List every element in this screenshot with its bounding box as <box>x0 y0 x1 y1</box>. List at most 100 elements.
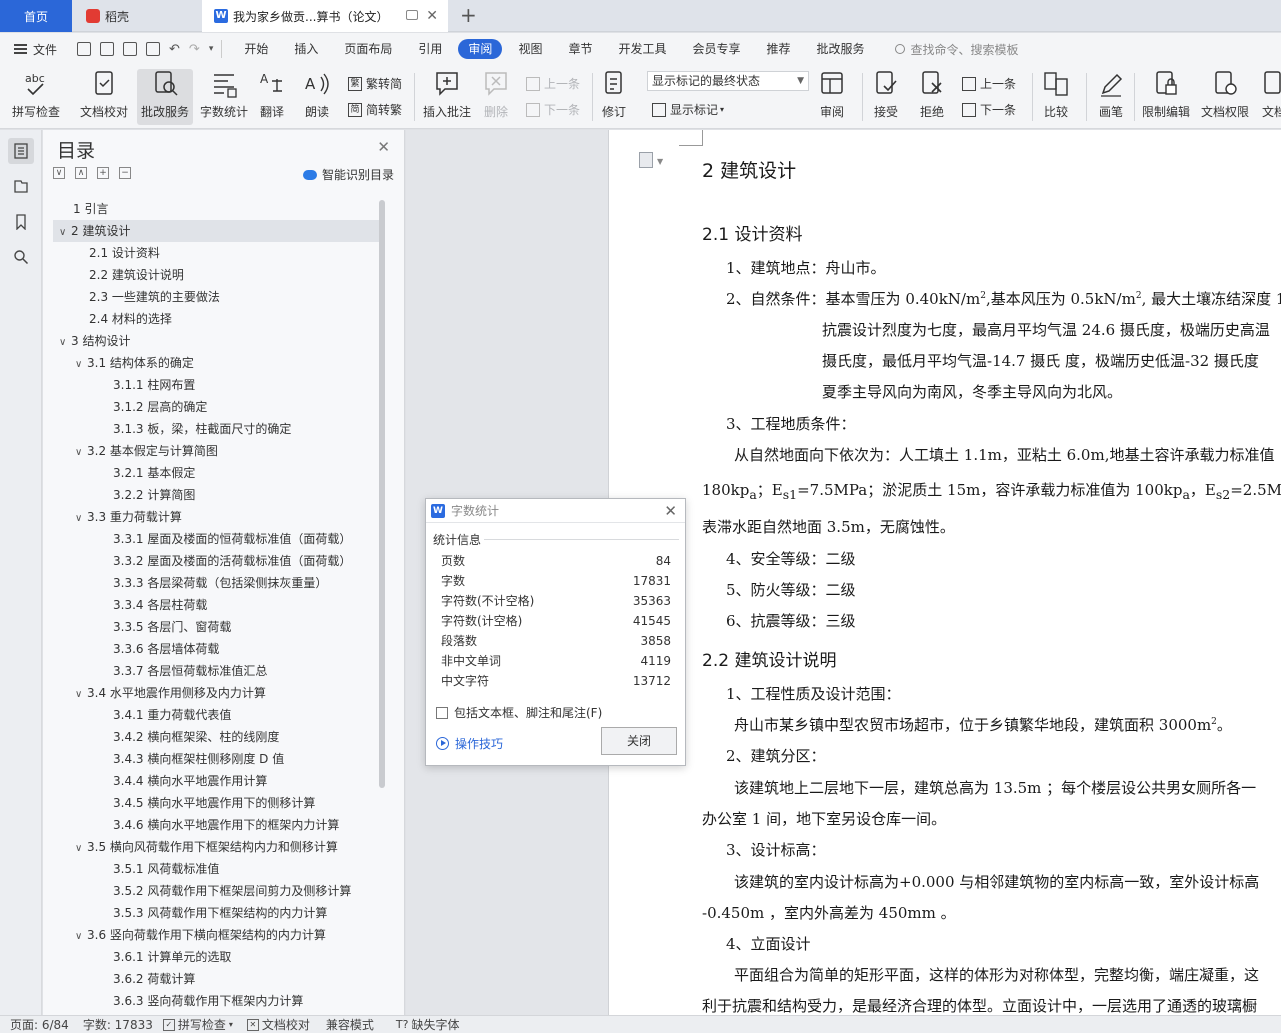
pen-button[interactable]: 画笔 <box>1097 69 1125 120</box>
chevron-down-icon[interactable]: ∨ <box>75 684 87 706</box>
ribbon-tab[interactable]: 引用 <box>408 39 452 59</box>
customize-dropdown-icon[interactable]: ▾ <box>209 44 214 54</box>
toc-scrollbar[interactable] <box>379 200 385 788</box>
toc-item[interactable]: 3.5.3 风荷载作用下框架结构的内力计算 <box>53 902 379 924</box>
ribbon-tab[interactable]: 开始 <box>234 39 278 59</box>
toc-item[interactable]: 3.1.3 板，梁，柱截面尺寸的确定 <box>53 418 379 440</box>
toc-item[interactable]: ∨ 3.3 重力荷载计算 <box>53 506 379 528</box>
toc-item[interactable]: ∨ 3.6 竖向荷载作用下横向框架结构的内力计算 <box>53 924 379 946</box>
toc-item[interactable]: 3.5.1 风荷载标准值 <box>53 858 379 880</box>
expand-all-icon[interactable]: ∧ <box>75 167 87 179</box>
page-layout-icon[interactable] <box>639 152 653 168</box>
toc-item[interactable]: 3.1.1 柱网布置 <box>53 374 379 396</box>
ribbon-tab[interactable]: 页面布局 <box>334 39 402 59</box>
close-icon[interactable]: ✕ <box>664 502 677 520</box>
toc-item[interactable]: 3.6.3 竖向荷载作用下框架内力计算 <box>53 990 379 1012</box>
page-indicator[interactable]: 页面: 6/84 <box>10 1016 69 1033</box>
toc-item[interactable]: 2.3 一些建筑的主要做法 <box>53 286 379 308</box>
doc-more-button[interactable]: 文档 <box>1260 69 1281 120</box>
chevron-down-icon[interactable]: ∨ <box>59 222 71 244</box>
toc-item[interactable]: 3.4.3 横向框架柱侧移刚度 D 值 <box>53 748 379 770</box>
file-menu[interactable]: 文件 <box>14 41 57 58</box>
toc-item[interactable]: ∨ 3.5 横向风荷载作用下框架结构内力和侧移计算 <box>53 836 379 858</box>
doc-proof-status[interactable]: ✕ 文档校对 <box>246 1016 310 1033</box>
chevron-down-icon[interactable]: ▼ <box>657 157 663 166</box>
toc-item[interactable]: 3.4.6 横向水平地震作用下的框架内力计算 <box>53 814 379 836</box>
toc-item[interactable]: ∨ 3 结构设计 <box>53 330 379 352</box>
remove-heading-icon[interactable]: − <box>119 167 131 179</box>
close-button[interactable]: 关闭 <box>601 727 677 755</box>
missing-font-button[interactable]: T? 缺失字体 <box>396 1016 460 1033</box>
toc-item[interactable]: 3.3.5 各层门、窗荷载 <box>53 616 379 638</box>
next-change-button[interactable]: 下一条 <box>962 101 1016 118</box>
ribbon-tab[interactable]: 章节 <box>558 39 602 59</box>
toc-item[interactable]: 1 引言 <box>53 198 379 220</box>
toc-item[interactable]: ∨ 3.1 结构体系的确定 <box>53 352 379 374</box>
toc-item[interactable]: 3.3.6 各层墙体荷载 <box>53 638 379 660</box>
chevron-down-icon[interactable]: ∨ <box>75 926 87 948</box>
prev-comment-button[interactable]: 上一条 <box>526 75 580 92</box>
toc-item[interactable]: 3.5.2 风荷载作用下框架层间剪力及侧移计算 <box>53 880 379 902</box>
doc-proof-button[interactable]: 文档校对 <box>80 69 128 120</box>
translate-button[interactable]: A 翻译 <box>258 69 286 120</box>
next-comment-button[interactable]: 下一条 <box>526 101 580 118</box>
new-tab-button[interactable]: + <box>460 3 477 27</box>
insert-comment-button[interactable]: 插入批注 <box>423 69 471 120</box>
ribbon-tab[interactable]: 批改服务 <box>807 39 875 59</box>
close-icon[interactable]: ✕ <box>377 138 390 156</box>
toc-item[interactable]: 3.3.3 各层梁荷载（包括梁侧抹灰重量） <box>53 572 379 594</box>
add-heading-icon[interactable]: + <box>97 167 109 179</box>
include-textbox-checkbox[interactable]: 包括文本框、脚注和尾注(F) <box>436 704 602 721</box>
trad-to-simp-button[interactable]: 繁 繁转简 <box>348 75 402 92</box>
toc-item[interactable]: 2.2 建筑设计说明 <box>53 264 379 286</box>
toc-item[interactable]: 3.3.7 各层恒荷载标准值汇总 <box>53 660 379 682</box>
toc-item[interactable]: 3.4.4 横向水平地震作用计算 <box>53 770 379 792</box>
track-changes-button[interactable]: 修订 <box>600 69 628 120</box>
toc-item[interactable]: 3.4.1 重力荷载代表值 <box>53 704 379 726</box>
ribbon-tab[interactable]: 会员专享 <box>682 39 750 59</box>
chevron-down-icon[interactable]: ∨ <box>75 508 87 530</box>
print-preview-icon[interactable] <box>146 42 161 56</box>
ribbon-tab[interactable]: 审阅 <box>458 39 503 59</box>
toc-item[interactable]: 2.1 设计资料 <box>53 242 379 264</box>
tab-home[interactable]: 首页 <box>0 0 72 32</box>
ribbon-tab[interactable]: 推荐 <box>757 39 801 59</box>
accept-button[interactable]: 接受 <box>872 69 900 120</box>
undo-icon[interactable]: ↶ <box>169 42 180 57</box>
read-aloud-button[interactable]: A 朗读 <box>303 69 331 120</box>
toc-item[interactable]: 2.4 材料的选择 <box>53 308 379 330</box>
tab-document[interactable]: W 我为家乡做贡...算书（论文） ✕ <box>202 0 448 32</box>
tab-daoke[interactable]: 稻壳 <box>74 0 198 32</box>
print-icon[interactable] <box>123 42 138 56</box>
search-icon[interactable] <box>8 244 34 270</box>
toc-item[interactable]: 3.4.5 横向水平地震作用下的侧移计算 <box>53 792 379 814</box>
delete-comment-button[interactable]: 删除 <box>482 69 510 120</box>
toc-item[interactable]: 3.2.2 计算简图 <box>53 484 379 506</box>
chevron-down-icon[interactable]: ∨ <box>75 354 87 376</box>
markup-mode-select[interactable]: 显示标记的最终状态 ▼ <box>647 71 809 91</box>
correct-service-button[interactable]: 批改服务 <box>137 69 193 125</box>
command-search[interactable]: 查找命令、搜索模板 <box>894 41 1019 58</box>
ribbon-tab[interactable]: 视图 <box>508 39 552 59</box>
word-count-indicator[interactable]: 字数: 17833 <box>83 1016 153 1033</box>
toc-item[interactable]: 3.4.2 横向框架梁、柱的线刚度 <box>53 726 379 748</box>
chevron-down-icon[interactable]: ∨ <box>59 332 71 354</box>
tips-link[interactable]: 操作技巧 <box>436 735 503 752</box>
toc-item[interactable]: 3.6.2 荷载计算 <box>53 968 379 990</box>
save-icon[interactable] <box>77 42 92 56</box>
document-page[interactable]: ▼ 2 建筑设计 2.1 设计资料 1、建筑地点：舟山市。 2、自然条件：基本雪压为 … <box>608 130 1281 1015</box>
word-count-button[interactable]: 字数统计 <box>200 69 248 120</box>
toc-item[interactable]: 3.3.4 各层柱荷载 <box>53 594 379 616</box>
chapter-view-icon[interactable] <box>8 173 34 199</box>
bookmark-icon[interactable] <box>8 209 34 235</box>
reject-button[interactable]: 拒绝 <box>918 69 946 120</box>
toc-item[interactable]: ∨ 3.2 基本假定与计算简图 <box>53 440 379 462</box>
tab-close-icon[interactable]: ✕ <box>426 9 438 23</box>
collapse-all-icon[interactable]: ∨ <box>53 167 65 179</box>
tab-window-icon[interactable] <box>406 10 418 20</box>
spell-check-button[interactable]: abc 拼写检查 <box>12 69 60 120</box>
simp-to-trad-button[interactable]: 简 简转繁 <box>348 101 402 118</box>
toc-item[interactable]: 3.6.1 计算单元的选取 <box>53 946 379 968</box>
outline-view-icon[interactable] <box>8 138 34 164</box>
review-pane-button[interactable]: 审阅 <box>818 69 846 120</box>
